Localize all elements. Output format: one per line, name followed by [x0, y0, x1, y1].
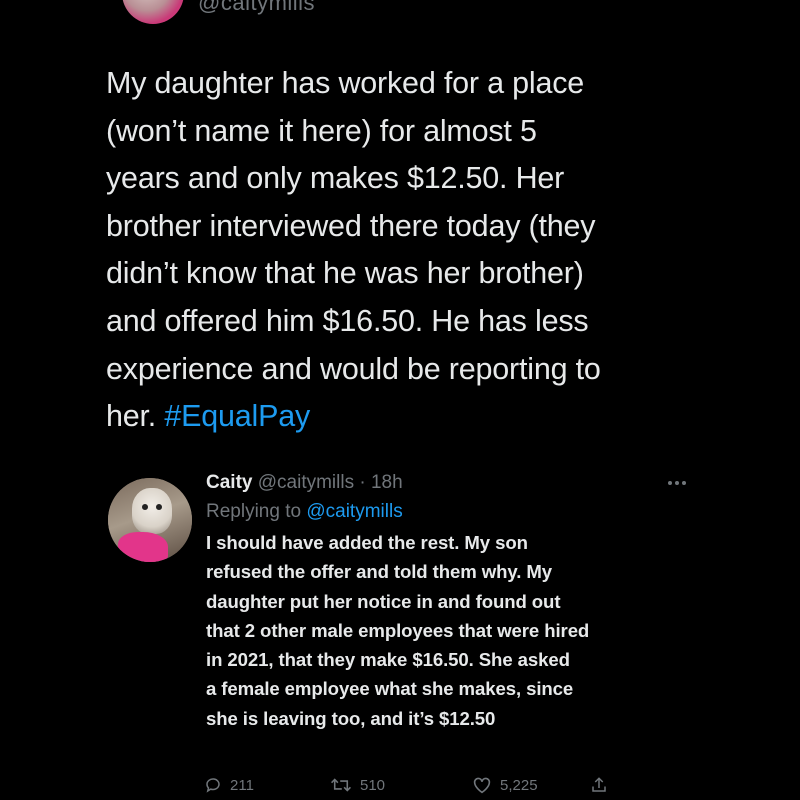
tweet-line: and offered him $16.50. He has less — [106, 303, 589, 338]
like-count: 5,225 — [500, 776, 538, 794]
reply-avatar[interactable] — [108, 478, 192, 562]
avatar-dog — [132, 488, 172, 534]
replying-to: Replying to @caitymills — [206, 498, 706, 526]
reply-line: I should have added the rest. My son — [206, 532, 528, 553]
retweet-icon — [330, 776, 352, 794]
avatar-pink-shirt — [118, 532, 168, 562]
like-action[interactable]: 5,225 — [472, 776, 538, 794]
more-horizontal-icon[interactable] — [668, 478, 694, 488]
reply-action[interactable]: 211 — [204, 776, 254, 794]
more-dot — [668, 481, 672, 485]
reply-line: daughter put her notice in and found out — [206, 590, 561, 612]
author-avatar[interactable] — [122, 0, 184, 24]
tweet-line: My daughter has worked for a place — [106, 66, 585, 100]
reply-line: refused the offer and told them why. My — [206, 561, 552, 583]
reply-body: Caity @caitymills · 18h Replying to @cai… — [206, 470, 706, 733]
more-dot — [675, 481, 679, 485]
replying-to-mention[interactable]: @caitymills — [306, 501, 402, 522]
like-icon — [472, 776, 492, 794]
main-tweet-text: My daughter has worked for a place (won’… — [106, 60, 706, 441]
reply-icon — [204, 776, 222, 794]
share-action[interactable] — [590, 776, 608, 794]
avatar-dog-eye — [156, 504, 162, 510]
tweet-line: her. #EqualPay — [106, 393, 706, 441]
reply-header: Caity @caitymills · 18h — [206, 470, 706, 496]
hashtag-link[interactable]: #EqualPay — [164, 399, 310, 433]
tweet-line: didn’t know that he was her brother) — [106, 256, 584, 291]
more-dot — [682, 481, 686, 485]
reply-text: I should have added the rest. My son ref… — [206, 528, 706, 733]
author-handle[interactable]: @caitymills — [198, 0, 315, 16]
share-icon — [590, 776, 608, 794]
reply-line: that 2 other male employees that were hi… — [206, 619, 590, 641]
avatar-dog-eye — [142, 504, 148, 510]
reply-line: she is leaving too, and it’s $12.50 — [206, 707, 496, 729]
reply-author-name[interactable]: Caity — [206, 472, 252, 493]
reply-line: in 2021, that they make $16.50. She aske… — [206, 649, 570, 671]
tweet-line: years and only makes $12.50. Her — [106, 161, 565, 196]
tweet-line: experience and would be reporting to — [106, 351, 601, 386]
previous-tweet-header: @caitymills — [0, 0, 800, 28]
reply-count: 211 — [230, 776, 254, 794]
reply-line: a female employee what she makes, since — [206, 678, 574, 700]
tweet-line: brother interviewed there today (they — [106, 208, 596, 243]
retweet-action[interactable]: 510 — [330, 776, 385, 794]
tweet-line: (won’t name it here) for almost 5 — [106, 113, 537, 148]
replying-to-label: Replying to — [206, 501, 307, 522]
tweet-line-prefix: her. — [106, 399, 165, 434]
reply-handle-time[interactable]: @caitymills · 18h — [258, 472, 403, 493]
tweet-actions: 211 510 5,225 — [204, 776, 624, 800]
retweet-count: 510 — [360, 776, 386, 794]
